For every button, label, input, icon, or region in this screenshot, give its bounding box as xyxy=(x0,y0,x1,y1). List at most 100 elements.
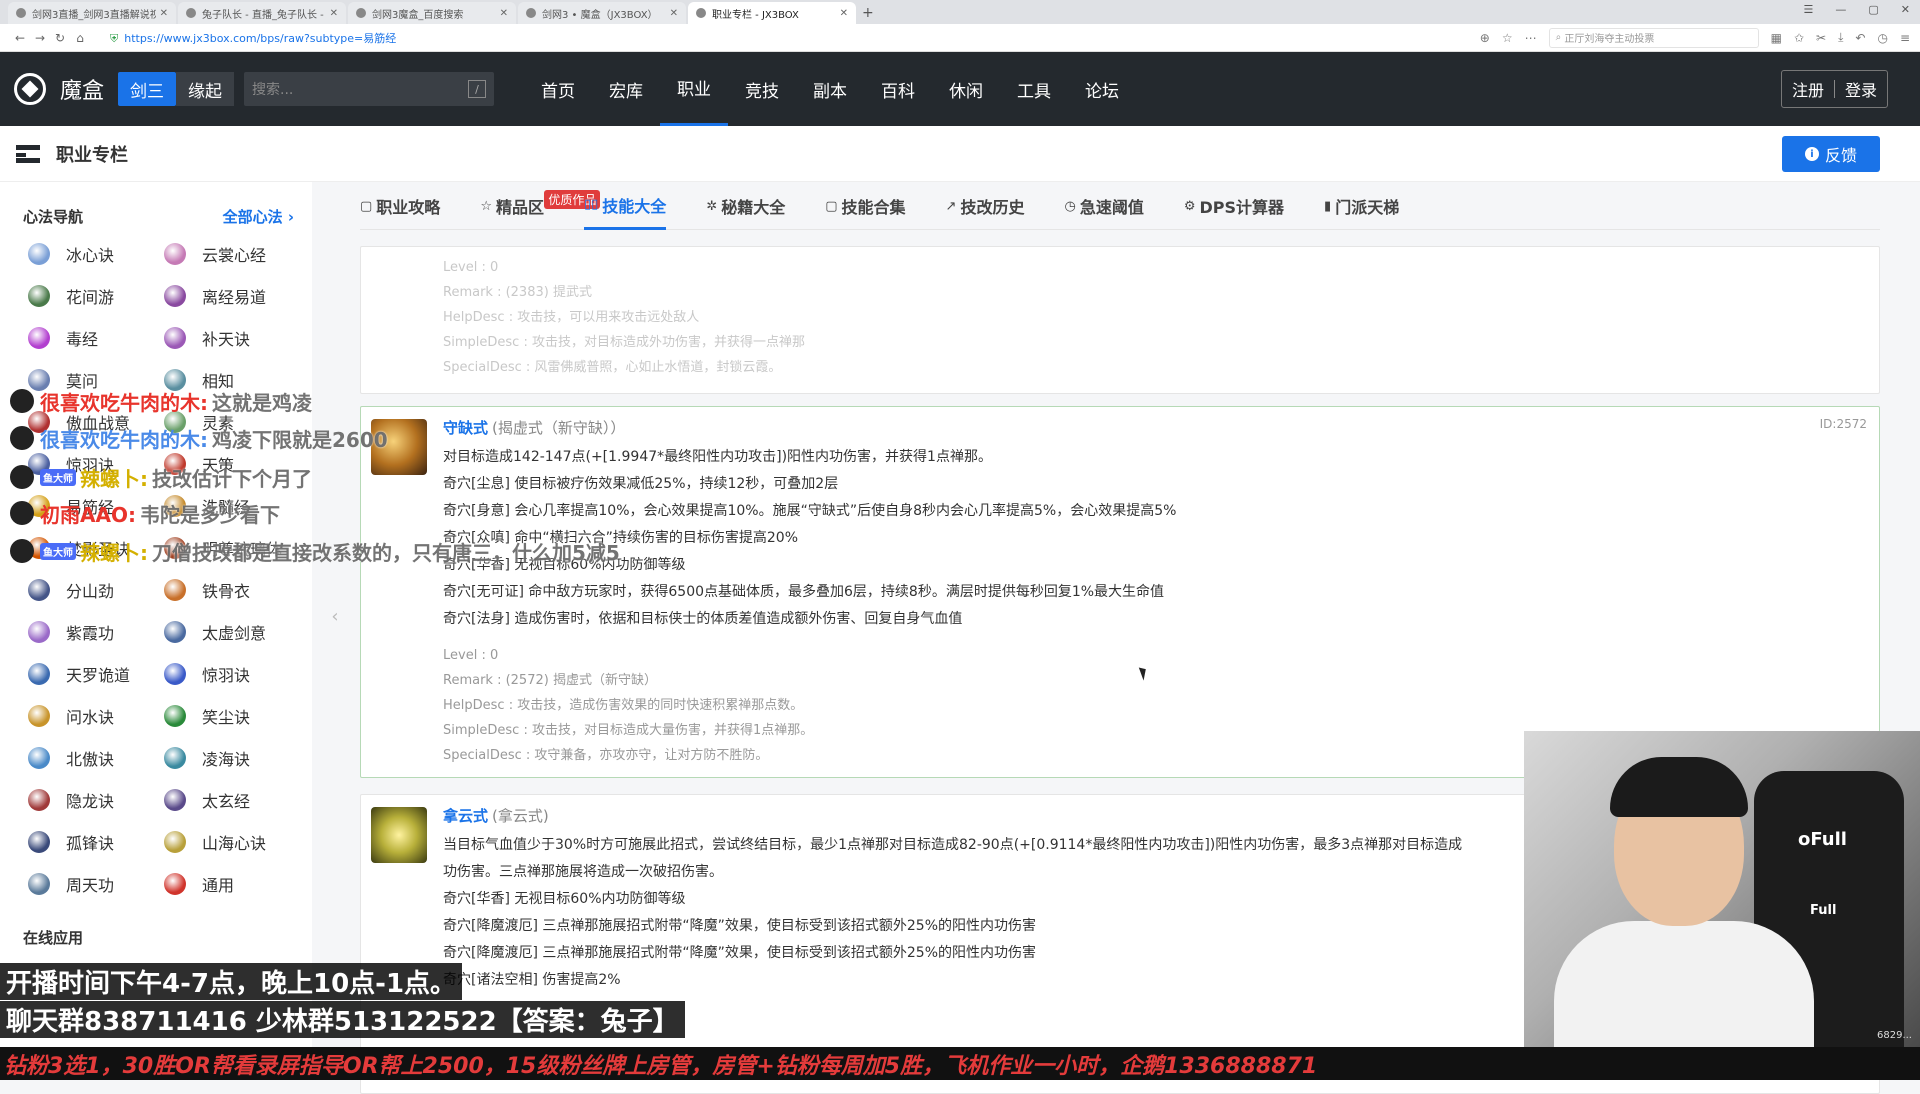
school-label: 太虚剑意 xyxy=(202,624,267,643)
skill-name[interactable]: 拿云式 xyxy=(443,807,488,825)
all-schools-link[interactable]: 全部心法 › xyxy=(223,206,294,227)
close-icon[interactable]: ✕ xyxy=(160,8,168,19)
school-icon xyxy=(164,873,186,895)
sidebar-school-item[interactable]: 云裳心经 xyxy=(164,241,300,267)
webcam-watermark: 6829... xyxy=(1877,1030,1912,1041)
skill-alias: (拿云式) xyxy=(492,807,549,825)
tab-label: 精品区 xyxy=(495,198,544,217)
forward-icon[interactable]: → xyxy=(30,31,50,45)
site-logo[interactable]: 魔盒 xyxy=(14,73,104,105)
content-tab-active[interactable]: ▯▯ 技能大全 xyxy=(583,182,667,230)
close-icon[interactable]: ✕ xyxy=(330,8,338,19)
content-tab[interactable]: ▢ 职业攻略 xyxy=(360,182,440,230)
sidebar-school-item[interactable]: 冰心诀 xyxy=(28,241,164,267)
nav-item[interactable]: 首页 xyxy=(524,52,592,126)
content-tab[interactable]: ◷ 急速阈值 xyxy=(1064,182,1143,230)
sidebar-school-item[interactable]: 离经易道 xyxy=(164,283,300,309)
browser-tab[interactable]: 兔子队长 - 直播_兔子队长 - ✕ xyxy=(178,2,346,24)
undo-icon[interactable]: ↶ xyxy=(1855,31,1865,45)
url-field[interactable]: ⛨ https://www.jx3box.com/bps/raw?subtype=… xyxy=(110,30,1480,46)
game-jx3-button[interactable]: 剑三 xyxy=(118,72,177,106)
nav-item[interactable]: 论坛 xyxy=(1068,52,1136,126)
star-icon[interactable]: ☆ xyxy=(1502,31,1513,45)
sidebar-school-item[interactable]: 花间游 xyxy=(28,283,164,309)
cut-icon[interactable]: ✂ xyxy=(1816,31,1826,45)
tab-icon: ▯▯ xyxy=(583,197,599,212)
avatar xyxy=(10,465,34,489)
content-tabs: ▢ 职业攻略 ☆ 精品区 优质作品 ▯▯ 技能大全 ✲ 秘籍大全 ▢ 技能合集 ↗ 技改历史 ◷ 急速阈值 ⚙… xyxy=(360,182,1880,230)
content-tab[interactable]: ✲ 秘籍大全 xyxy=(706,182,785,230)
back-icon[interactable]: ← xyxy=(10,31,30,45)
sidebar-school-item[interactable]: 分山劲 xyxy=(28,577,164,603)
nav-item[interactable]: 副本 xyxy=(796,52,864,126)
new-tab-button[interactable]: + xyxy=(862,5,874,21)
bookmark-icon[interactable]: ✩ xyxy=(1794,31,1804,45)
streamer-body xyxy=(1554,921,1814,1047)
sidebar-school-item[interactable]: 隐龙诀 xyxy=(28,787,164,813)
minimize-icon[interactable]: — xyxy=(1835,3,1846,16)
close-window-icon[interactable]: ✕ xyxy=(1901,3,1910,16)
sidebar-school-item[interactable]: 孤锋诀 xyxy=(28,829,164,855)
menu-icon[interactable]: ☰ xyxy=(1804,3,1814,16)
download-icon[interactable]: ⤓ xyxy=(1838,30,1843,45)
feedback-button[interactable]: i 反馈 xyxy=(1782,136,1880,172)
home-icon[interactable]: ⌂ xyxy=(70,31,90,45)
sidebar-school-item[interactable]: 补天诀 xyxy=(164,325,300,351)
content-tab[interactable]: ↗ 技改历史 xyxy=(946,182,1025,230)
browser-tab-active[interactable]: 职业专栏 - JX3BOX ✕ xyxy=(688,2,856,24)
sidebar-school-item[interactable]: 天罗诡道 xyxy=(28,661,164,687)
skill-desc-line: 奇穴[尘息] 使目标被疗伤效果减低25%，持续12秒，可叠加2层 xyxy=(443,476,839,492)
more-icon[interactable]: ⋯ xyxy=(1525,31,1537,45)
content-tab[interactable]: ▮ 门派天梯 xyxy=(1324,182,1399,230)
nav-item[interactable]: 宏库 xyxy=(592,52,660,126)
sidebar-school-item[interactable]: 问水诀 xyxy=(28,703,164,729)
site-search-input[interactable]: 搜索... / xyxy=(244,72,495,106)
history-icon[interactable]: ◷ xyxy=(1877,31,1887,45)
school-label: 山海心诀 xyxy=(202,834,267,853)
fan-badge: 鱼大师 xyxy=(40,542,76,560)
search-icon: ⌕ xyxy=(1555,32,1565,43)
content-tab[interactable]: ⚙ DPS计算器 xyxy=(1184,182,1284,230)
maximize-icon[interactable]: ▢ xyxy=(1868,3,1878,16)
sidebar-school-item[interactable]: 凌海诀 xyxy=(164,745,300,771)
sidebar-school-item[interactable]: 太玄经 xyxy=(164,787,300,813)
sidebar-school-item[interactable]: 太虚剑意 xyxy=(164,619,300,645)
school-label: 问水诀 xyxy=(66,708,115,727)
sidebar-school-item[interactable]: 周天功 xyxy=(28,871,164,897)
nav-item[interactable]: 百科 xyxy=(864,52,932,126)
browser-search-input[interactable]: ⌕ 正厅刘海夺主动投票 xyxy=(1548,27,1759,48)
settings-icon[interactable]: ≡ xyxy=(1900,31,1910,45)
sidebar-school-item[interactable]: 山海心诀 xyxy=(164,829,300,855)
register-button[interactable]: 注册 xyxy=(1782,77,1834,101)
content-tab[interactable]: ▢ 技能合集 xyxy=(825,182,905,230)
sidebar-school-item[interactable]: 北傲诀 xyxy=(28,745,164,771)
sidebar-school-item[interactable]: 惊羽诀 xyxy=(164,661,300,687)
nav-item[interactable]: 休闲 xyxy=(932,52,1000,126)
nav-item[interactable]: 竞技 xyxy=(728,52,796,126)
close-icon[interactable]: ✕ xyxy=(670,8,678,19)
browser-tab[interactable]: 剑网3 • 魔盒（JX3BOX） ✕ xyxy=(518,2,686,24)
school-label: 通用 xyxy=(202,876,235,895)
sidebar-school-item[interactable]: 铁骨衣 xyxy=(164,577,300,603)
close-icon[interactable]: ✕ xyxy=(840,8,848,19)
reload-icon[interactable]: ↻ xyxy=(50,31,70,45)
sidebar-school-item[interactable]: 毒经 xyxy=(28,325,164,351)
close-icon[interactable]: ✕ xyxy=(500,8,508,19)
browser-tab[interactable]: 剑网3直播_剑网3直播解说视 ✕ xyxy=(8,2,176,24)
school-icon xyxy=(28,747,50,769)
game-origin-button[interactable]: 缘起 xyxy=(176,72,235,106)
login-button[interactable]: 登录 xyxy=(1835,77,1887,101)
browser-tab[interactable]: 剑网3魔盒_百度搜索 ✕ xyxy=(348,2,516,24)
skill-name[interactable]: 守缺式 xyxy=(443,419,488,437)
nav-item[interactable]: 工具 xyxy=(1000,52,1068,126)
sidebar-school-item[interactable]: 笑尘诀 xyxy=(164,703,300,729)
sidebar-school-item[interactable]: 紫霞功 xyxy=(28,619,164,645)
nav-item-active[interactable]: 职业 xyxy=(660,52,729,126)
sidebar-school-item[interactable]: 通用 xyxy=(164,871,300,897)
zoom-icon[interactable]: ⊕ xyxy=(1480,31,1490,45)
grid-icon[interactable]: ▦ xyxy=(1771,31,1782,45)
collapse-sidebar-icon[interactable]: ‹ xyxy=(322,594,348,638)
danmaku-username: 很喜欢吃牛肉的木: xyxy=(40,427,208,452)
danmaku-text: 韦陀是多少看下 xyxy=(139,502,280,527)
content-tab[interactable]: ☆ 精品区 优质作品 xyxy=(480,182,601,230)
